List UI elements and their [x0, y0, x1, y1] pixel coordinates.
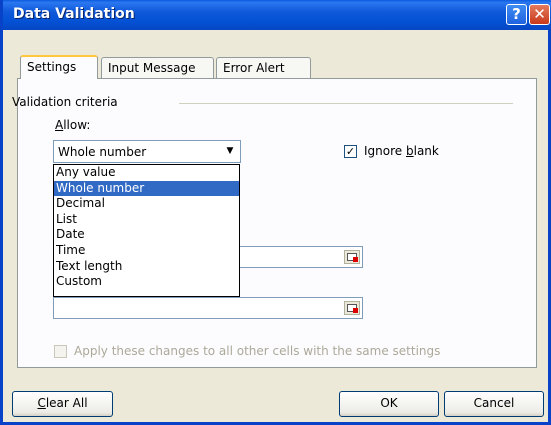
collapse-dialog-icon[interactable]: [344, 250, 360, 264]
allow-option-list[interactable]: List: [54, 212, 239, 228]
ignore-blank-label[interactable]: Ignore blank: [364, 144, 439, 158]
tab-settings[interactable]: Settings: [20, 55, 98, 79]
second-value-field[interactable]: [53, 297, 363, 319]
question-mark-icon: ?: [512, 5, 521, 23]
validation-criteria-label: Validation criteria: [12, 95, 118, 109]
allow-option-date[interactable]: Date: [54, 227, 239, 243]
allow-option-decimal[interactable]: Decimal: [54, 196, 239, 212]
allow-label: Allow:: [55, 118, 91, 132]
chevron-down-icon[interactable]: ▼: [221, 142, 239, 161]
tab-input-message[interactable]: Input Message: [101, 57, 214, 79]
collapse-dialog-icon[interactable]: [344, 301, 360, 315]
apply-to-all-checkbox[interactable]: [54, 345, 67, 358]
ok-button[interactable]: OK: [339, 391, 439, 417]
allow-options-list[interactable]: Any value Whole number Decimal List Date…: [53, 164, 240, 297]
help-button[interactable]: ?: [506, 4, 527, 25]
clear-all-button[interactable]: Clear All: [12, 391, 113, 417]
data-validation-dialog: Data Validation ? ✕ Settings Input Messa…: [0, 0, 551, 425]
title-bar[interactable]: Data Validation ? ✕: [3, 0, 551, 30]
allow-option-time[interactable]: Time: [54, 243, 239, 259]
tab-error-alert[interactable]: Error Alert: [216, 57, 311, 79]
allow-dropdown[interactable]: Whole number ▼: [53, 140, 241, 163]
apply-to-all-label: Apply these changes to all other cells w…: [74, 344, 441, 358]
data-value-field[interactable]: [239, 246, 363, 268]
dialog-title: Data Validation: [13, 6, 135, 22]
allow-option-whole-number[interactable]: Whole number: [54, 180, 239, 197]
cancel-button[interactable]: Cancel: [444, 391, 544, 417]
checkmark-icon: ✓: [345, 145, 356, 158]
allow-option-any-value[interactable]: Any value: [54, 165, 239, 181]
allow-option-custom[interactable]: Custom: [54, 274, 239, 290]
allow-option-text-length[interactable]: Text length: [54, 259, 239, 275]
allow-selected-value: Whole number: [58, 145, 147, 159]
close-icon: ✕: [533, 5, 546, 23]
ignore-blank-checkbox[interactable]: ✓: [344, 145, 357, 158]
group-divider: [179, 103, 513, 104]
close-button[interactable]: ✕: [529, 4, 550, 25]
